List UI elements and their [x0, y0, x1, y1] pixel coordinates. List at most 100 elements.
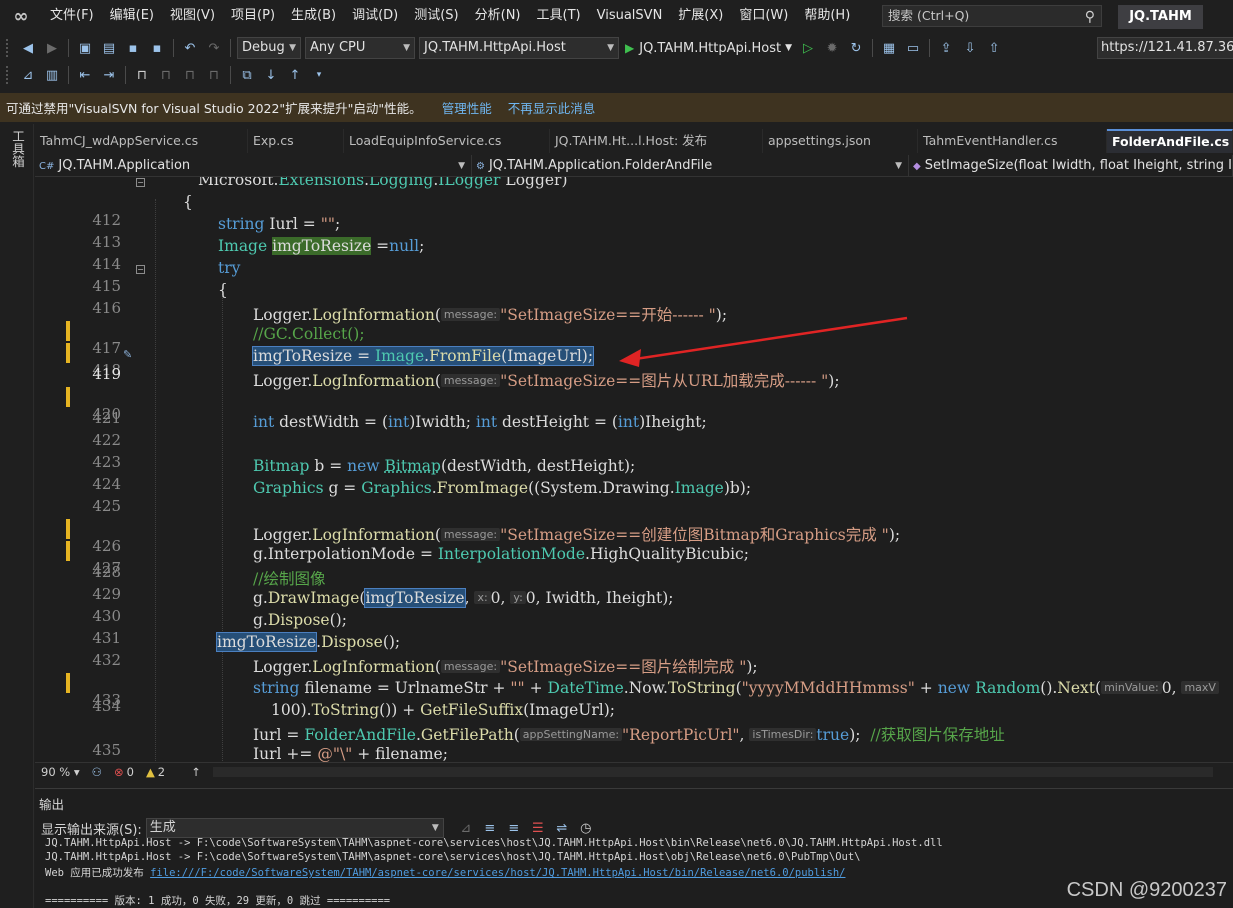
horizontal-scrollbar[interactable]	[213, 767, 1213, 777]
tab-httpapi-host-publish[interactable]: JQ.TAHM.Ht...l.Host: 发布	[550, 129, 763, 153]
menu-extensions[interactable]: 扩展(X)	[670, 0, 731, 32]
tab-tahmeventhandler[interactable]: TahmEventHandler.cs	[918, 129, 1107, 153]
undo-icon[interactable]: ↶	[180, 38, 200, 58]
warnings-indicator[interactable]: ▲ 2	[146, 765, 165, 779]
publish-folder-link[interactable]: file:///F:/code/SoftwareSystem/TAHM/aspn…	[150, 867, 845, 879]
code-line: 416 {	[92, 281, 228, 317]
quick-action-brush-icon[interactable]: ✎	[123, 348, 132, 361]
platform-select[interactable]: Any CPU ▼	[305, 37, 415, 59]
redo-icon[interactable]: ↷	[204, 38, 224, 58]
configuration-select[interactable]: Debug ▼	[237, 37, 301, 59]
collapse-icon[interactable]: −	[136, 265, 145, 274]
save-icon[interactable]: ▪	[123, 38, 143, 58]
menu-visualsvn[interactable]: VisualSVN	[589, 0, 671, 32]
code-line: 415 − try	[92, 259, 241, 295]
find-icon[interactable]: ⧉	[237, 65, 257, 85]
platform-value: Any CPU	[310, 40, 366, 55]
menu-window[interactable]: 窗口(W)	[731, 0, 796, 32]
manage-performance-link[interactable]: 管理性能	[442, 98, 492, 117]
toolbar-separator	[173, 39, 174, 57]
arrow-down-icon[interactable]: ↓	[261, 65, 281, 85]
code-line: 421	[35, 391, 1233, 427]
code-line-wrap: 100).ToString()) + GetFileSuffix(ImageUr…	[271, 701, 615, 719]
menu-view[interactable]: 视图(V)	[162, 0, 223, 32]
toolbar-separator	[929, 39, 931, 57]
output-source-select[interactable]: 生成 ▼	[145, 818, 444, 838]
previous-bookmark-icon[interactable]: ⊓	[156, 65, 176, 85]
open-file-icon[interactable]: ▤	[99, 38, 119, 58]
menu-edit[interactable]: 编辑(E)	[102, 0, 162, 32]
chevron-down-icon: ▼	[289, 43, 296, 53]
navigate-forward-icon[interactable]: ▶	[42, 38, 62, 58]
menu-build[interactable]: 生成(B)	[283, 0, 344, 32]
bookmark-icon[interactable]: ⊓	[132, 65, 152, 85]
publish-icon[interactable]: ⇪	[936, 38, 956, 58]
hot-reload-icon[interactable]: ✹	[822, 38, 842, 58]
menu-project[interactable]: 项目(P)	[223, 0, 283, 32]
class-dropdown[interactable]: ⚙ JQ.TAHM.Application.FolderAndFile ▼	[472, 155, 909, 177]
search-input[interactable]: 搜索 (Ctrl+Q) ⚲	[882, 5, 1102, 27]
menu-analyze[interactable]: 分析(N)	[467, 0, 529, 32]
upload-icon[interactable]: ⇧	[984, 38, 1004, 58]
clear-bookmarks-icon[interactable]: ⊓	[204, 65, 224, 85]
menu-debug[interactable]: 调试(D)	[344, 0, 406, 32]
output-source-label: 显示输出来源(S):	[41, 822, 142, 838]
parameter-info-icon[interactable]: ▥	[42, 65, 62, 85]
go-to-next-message-icon[interactable]: ≡	[504, 818, 524, 838]
start-debugging-button[interactable]: ▶ JQ.TAHM.HttpApi.Host ▼	[625, 41, 792, 56]
menu-file[interactable]: 文件(F)	[42, 0, 102, 32]
toolbox-tab[interactable]: 工具箱	[8, 130, 27, 168]
layout-icon[interactable]: ▭	[903, 38, 923, 58]
tab-folderandfile[interactable]: FolderAndFile.cs	[1107, 129, 1233, 153]
increase-indent-icon[interactable]: ⇥	[99, 65, 119, 85]
code-editor[interactable]: − Microsoft.Extensions.Logging.ILogger L…	[35, 177, 1233, 762]
tab-loadequipinfoservice[interactable]: LoadEquipInfoService.cs	[344, 129, 550, 153]
startup-project-select[interactable]: JQ.TAHM.HttpApi.Host ▼	[419, 37, 619, 59]
code-line: 427 Logger.LogInformation(message: "SetIm…	[35, 523, 1233, 577]
dont-show-again-link[interactable]: 不再显示此消息	[508, 98, 596, 117]
solution-name-badge[interactable]: JQ.TAHM	[1118, 5, 1203, 29]
url-input[interactable]: https://121.41.87.36/	[1097, 37, 1233, 59]
navigate-back-icon[interactable]: ◀	[18, 38, 38, 58]
copilot-icon[interactable]: ⚇	[92, 765, 102, 779]
save-all-icon[interactable]: ▪	[147, 38, 167, 58]
arrow-up-icon[interactable]: ↑	[285, 65, 305, 85]
go-to-previous-message-icon[interactable]: ≡	[480, 818, 500, 838]
output-source-value: 生成	[149, 820, 176, 835]
tab-exp[interactable]: Exp.cs	[248, 129, 344, 153]
tab-tahmcj-wdappservice[interactable]: TahmCJ_wdAppService.cs	[35, 129, 248, 153]
toolbar-grip[interactable]	[6, 39, 12, 57]
find-message-icon[interactable]: ⊿	[456, 818, 476, 838]
solution-explorer-icon[interactable]: ▦	[879, 38, 899, 58]
info-message: 可通过禁用"VisualSVN for Visual Studio 2022"扩…	[6, 101, 422, 116]
collapse-icon[interactable]: −	[136, 178, 145, 187]
toolbar-separator	[125, 66, 126, 84]
start-without-debugging-icon[interactable]: ▷	[798, 38, 818, 58]
toolbar-options-icon[interactable]: ▾	[309, 65, 329, 85]
code-line: 417 Logger.LogInformation(message: "SetIm…	[35, 303, 1233, 357]
previous-issue-icon[interactable]: ↑	[191, 765, 201, 779]
member-dropdown[interactable]: ◆ SetImageSize(float Iwidth, float Iheigh…	[909, 155, 1233, 177]
zoom-level[interactable]: 90 % ▾	[41, 765, 80, 779]
quick-info-icon[interactable]: ⊿	[18, 65, 38, 85]
menu-help[interactable]: 帮助(H)	[796, 0, 858, 32]
clear-all-icon[interactable]: ☰	[528, 818, 548, 838]
menu-test[interactable]: 测试(S)	[406, 0, 466, 32]
toolbar-separator	[68, 66, 69, 84]
toggle-word-wrap-icon[interactable]: ⇌	[552, 818, 572, 838]
project-dropdown[interactable]: C# JQ.TAHM.Application ▼	[35, 155, 472, 177]
toolbar-grip[interactable]	[6, 66, 12, 84]
code-line: 429 //绘制图像	[92, 570, 326, 603]
toolbar-separator	[68, 39, 69, 57]
decrease-indent-icon[interactable]: ⇤	[75, 65, 95, 85]
refresh-icon[interactable]: ↻	[846, 38, 866, 58]
errors-indicator[interactable]: ⊗ 0	[114, 765, 134, 779]
error-icon: ⊗	[113, 764, 124, 779]
deploy-icon[interactable]: ⇩	[960, 38, 980, 58]
new-project-icon[interactable]: ▣	[75, 38, 95, 58]
next-bookmark-icon[interactable]: ⊓	[180, 65, 200, 85]
menu-tools[interactable]: 工具(T)	[529, 0, 589, 32]
timestamp-icon[interactable]: ◷	[576, 818, 596, 838]
search-icon: ⚲	[1084, 9, 1095, 25]
tab-appsettings-json[interactable]: appsettings.json	[763, 129, 918, 153]
